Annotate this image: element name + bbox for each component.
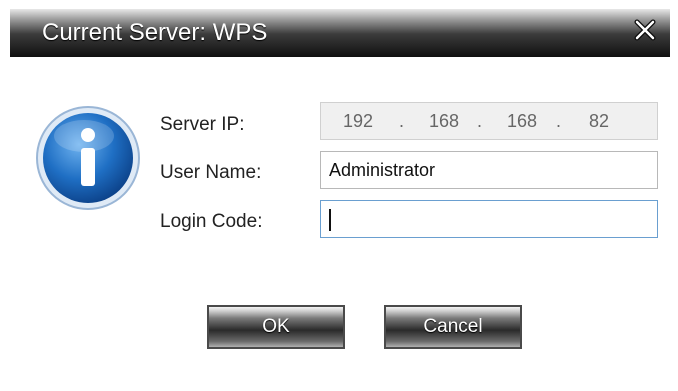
user-name-label: User Name: [160,162,262,183]
ip-separator-2: . [477,111,483,131]
login-code-input[interactable] [321,201,657,237]
login-code-field[interactable] [320,200,658,238]
info-icon [34,104,142,212]
ip-octet-1: 192 [343,111,374,131]
dialog-title: Current Server: WPS [42,19,268,46]
cancel-button[interactable]: Cancel [384,305,522,349]
server-ip-label: Server IP: [160,114,245,135]
close-icon[interactable] [632,17,658,43]
title-bar: Current Server: WPS [10,9,670,57]
login-code-label: Login Code: [160,211,263,232]
ip-octet-2: 168 [429,111,460,131]
ip-separator-1: . [399,111,405,131]
user-name-field[interactable] [320,151,658,189]
ip-octet-3: 168 [507,111,538,131]
ip-octet-4: 82 [589,111,610,131]
ok-button[interactable]: OK [207,305,345,349]
text-caret [329,209,331,231]
server-ip-field: 192 . 168 . 168 . 82 [320,102,658,140]
ip-separator-3: . [556,111,562,131]
user-name-input[interactable] [321,152,657,188]
